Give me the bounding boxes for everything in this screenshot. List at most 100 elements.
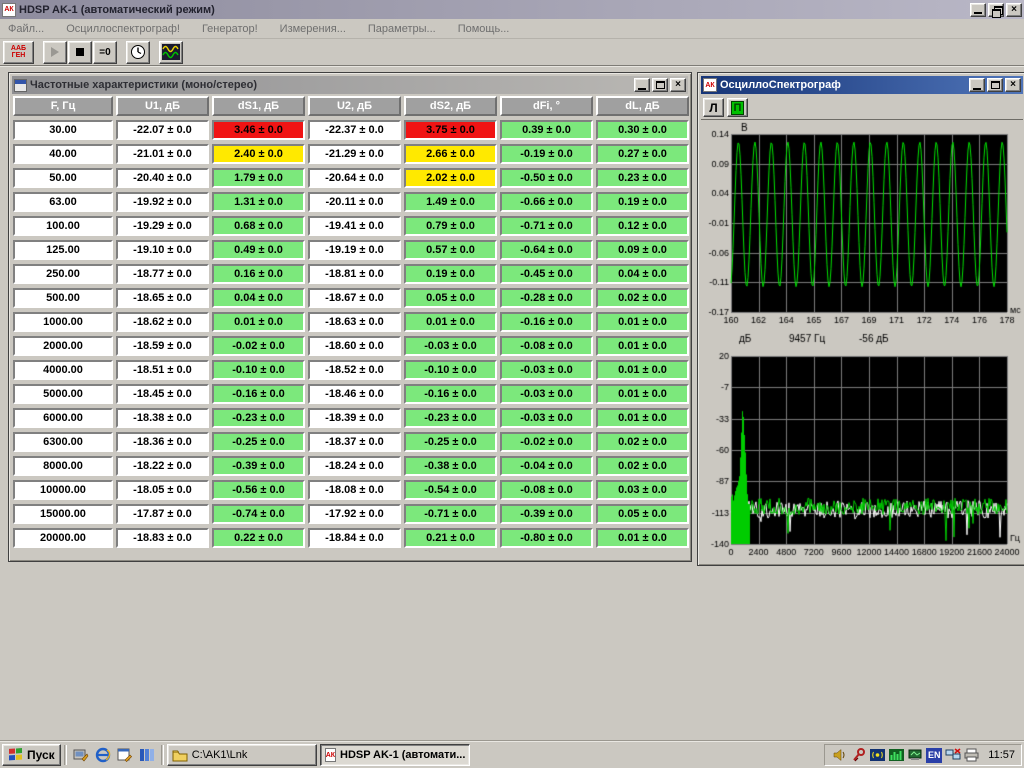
table-cell: -0.16 ± 0.0 [500, 312, 593, 332]
app-icon: АК [325, 748, 336, 762]
right-channel-button[interactable]: П [727, 98, 748, 117]
menu-generator[interactable]: Генератор! [202, 23, 258, 35]
col-header-u2: U2, дБ [308, 96, 401, 116]
table-cell: 0.01 ± 0.0 [212, 312, 305, 332]
table-cell: 500.00 [13, 288, 113, 308]
table-cell: 0.09 ± 0.0 [596, 240, 689, 260]
col-header-dfi: dFi, ° [500, 96, 593, 116]
table-cell: -0.08 ± 0.0 [500, 480, 593, 500]
network-offline-icon[interactable] [944, 747, 961, 763]
table-cell: 0.01 ± 0.0 [596, 384, 689, 404]
maximize-icon [991, 81, 1000, 89]
system-tray: EN 11:57 [824, 744, 1022, 766]
close-icon: × [1011, 5, 1017, 15]
clock-icon [130, 44, 146, 60]
table-cell: 0.39 ± 0.0 [500, 120, 593, 140]
stop-button[interactable] [68, 41, 92, 64]
start-button[interactable]: Пуск [2, 744, 61, 766]
table-cell: 0.05 ± 0.0 [596, 504, 689, 524]
menu-file[interactable]: Файл... [8, 23, 44, 35]
freq-window-title: Частотные характеристики (моно/стерео) [30, 79, 631, 91]
generator-button[interactable]: ААБ ГЕН [3, 41, 34, 64]
table-cell: -18.36 ± 0.0 [116, 432, 209, 452]
table-cell: 1.49 ± 0.0 [404, 192, 497, 212]
table-cell: 0.01 ± 0.0 [596, 408, 689, 428]
table-cell: -0.71 ± 0.0 [404, 504, 497, 524]
table-cell: -0.08 ± 0.0 [500, 336, 593, 356]
table-cell: 0.30 ± 0.0 [596, 120, 689, 140]
table-cell: 0.21 ± 0.0 [404, 528, 497, 548]
minimize-icon [973, 88, 981, 90]
timer-button[interactable] [126, 41, 150, 64]
table-cell: -21.01 ± 0.0 [116, 144, 209, 164]
restore-icon [992, 6, 1001, 14]
table-cell: -0.38 ± 0.0 [404, 456, 497, 476]
waveform-icon [162, 44, 180, 60]
table-cell: -22.07 ± 0.0 [116, 120, 209, 140]
table-cell: -0.25 ± 0.0 [404, 432, 497, 452]
table-cell: 0.23 ± 0.0 [596, 168, 689, 188]
table-cell: 125.00 [13, 240, 113, 260]
table-cell: -18.84 ± 0.0 [308, 528, 401, 548]
compose-icon[interactable] [114, 744, 136, 766]
restore-button[interactable] [988, 3, 1004, 17]
left-channel-button[interactable]: Л [703, 98, 724, 117]
table-cell: 5000.00 [13, 384, 113, 404]
spectrograph-titlebar[interactable]: АК ОсциллоСпектрограф × [701, 76, 1023, 94]
printer-icon[interactable] [963, 747, 980, 763]
table-cell: 0.01 ± 0.0 [596, 336, 689, 356]
spectro-close-button[interactable]: × [1005, 78, 1021, 92]
menu-oscillospectrograph[interactable]: Осциллоспектрограф! [66, 23, 180, 35]
freq-close-button[interactable]: × [670, 78, 686, 92]
table-cell: 4000.00 [13, 360, 113, 380]
taskbar-divider [161, 745, 164, 765]
table-cell: 0.01 ± 0.0 [596, 312, 689, 332]
taskbar-divider [64, 745, 67, 765]
table-cell: -0.02 ± 0.0 [212, 336, 305, 356]
play-button[interactable] [43, 41, 67, 64]
close-icon: × [675, 80, 681, 90]
spectrograph-button[interactable] [159, 41, 183, 64]
freq-table-rows: 30.00-22.07 ± 0.03.46 ± 0.0-22.37 ± 0.03… [13, 120, 687, 548]
table-cell: 0.04 ± 0.0 [596, 264, 689, 284]
spectrum-canvas[interactable] [701, 330, 1023, 562]
tweak-tool-icon[interactable] [850, 747, 867, 763]
minimize-button[interactable] [970, 3, 986, 17]
clock[interactable]: 11:57 [988, 749, 1015, 761]
table-cell: -19.29 ± 0.0 [116, 216, 209, 236]
freq-window-titlebar[interactable]: Частотные характеристики (моно/стерео) × [12, 76, 688, 94]
spectro-minimize-button[interactable] [969, 78, 985, 92]
menu-help[interactable]: Помощь... [458, 23, 510, 35]
taskbar: Пуск C:\AK1\Lnk АК HDSP AK-1 (автомати..… [0, 741, 1024, 768]
channels-icon[interactable] [136, 744, 158, 766]
equalizer-icon[interactable] [888, 747, 905, 763]
table-cell: -18.83 ± 0.0 [116, 528, 209, 548]
reset-zero-button[interactable]: =0 [93, 41, 117, 64]
wireless-icon[interactable] [869, 747, 886, 763]
menu-measurements[interactable]: Измерения... [280, 23, 346, 35]
spectro-maximize-button[interactable] [987, 78, 1003, 92]
oscilloscope-canvas[interactable] [701, 120, 1023, 330]
table-cell: -18.39 ± 0.0 [308, 408, 401, 428]
mixer-icon[interactable] [907, 747, 924, 763]
task-button-folder[interactable]: C:\AK1\Lnk [167, 744, 317, 766]
table-cell: 0.02 ± 0.0 [596, 456, 689, 476]
close-button[interactable]: × [1006, 3, 1022, 17]
task-button-hdsp[interactable]: АК HDSP AK-1 (автомати... [320, 744, 470, 766]
table-cell: 0.27 ± 0.0 [596, 144, 689, 164]
language-indicator[interactable]: EN [926, 748, 942, 763]
menu-parameters[interactable]: Параметры... [368, 23, 436, 35]
col-header-f: F, Гц [13, 96, 113, 116]
table-cell: 1.79 ± 0.0 [212, 168, 305, 188]
table-cell: -0.25 ± 0.0 [212, 432, 305, 452]
volume-icon[interactable] [831, 747, 848, 763]
show-desktop-icon[interactable] [70, 744, 92, 766]
table-cell: -0.10 ± 0.0 [404, 360, 497, 380]
ie-icon[interactable] [92, 744, 114, 766]
table-cell: -18.67 ± 0.0 [308, 288, 401, 308]
table-cell: 2.66 ± 0.0 [404, 144, 497, 164]
table-cell: -18.51 ± 0.0 [116, 360, 209, 380]
freq-minimize-button[interactable] [634, 78, 650, 92]
freq-maximize-button[interactable] [652, 78, 668, 92]
main-titlebar[interactable]: АК HDSP AK-1 (автоматический режим) × [0, 0, 1024, 19]
